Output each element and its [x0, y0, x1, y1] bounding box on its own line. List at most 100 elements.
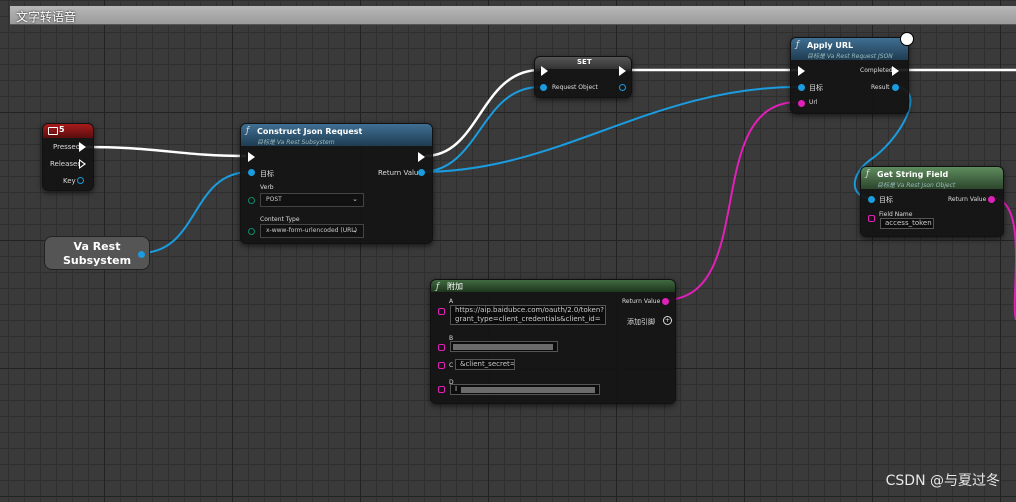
- pressed-label: Pressed: [53, 143, 81, 151]
- content-type-dropdown[interactable]: x-www-form-urlencoded (URL) ⌄: [260, 224, 364, 238]
- getfield-target-pin[interactable]: [868, 196, 875, 203]
- apply-result-label: Result: [871, 84, 890, 91]
- set-request-object-label: Request Object: [552, 84, 598, 91]
- c-input[interactable]: &client_secret=: [455, 359, 515, 370]
- field-name-value: access_token: [885, 219, 932, 227]
- b-pin[interactable]: [438, 344, 445, 351]
- append-return-label: Return Value: [622, 298, 661, 305]
- a-value-line1: https://aip.baidubce.com/oauth/2.0/token…: [455, 306, 605, 314]
- verb-label: Verb: [260, 184, 274, 191]
- key-pin[interactable]: [77, 177, 84, 184]
- set-title: SET: [577, 58, 592, 66]
- keyboard-icon: [48, 127, 58, 135]
- c-pin[interactable]: [438, 362, 445, 369]
- d-input[interactable]: I: [450, 384, 600, 395]
- apply-exec-in-pin[interactable]: [798, 66, 805, 76]
- a-value-line2: grant_type=client_credentials&client_id=: [455, 315, 601, 323]
- a-pin[interactable]: [438, 308, 445, 315]
- set-exec-out-pin[interactable]: [619, 66, 626, 76]
- function-icon: ƒ: [796, 40, 800, 50]
- getfield-return-pin[interactable]: [988, 196, 995, 203]
- object-wire-subsystem-to-target: [139, 171, 251, 254]
- apply-url-node[interactable]: ƒ Apply URL 目标是 Va Rest Request JSON Com…: [790, 32, 914, 114]
- d-pin[interactable]: [438, 386, 445, 393]
- pressed-exec-pin[interactable]: [79, 142, 86, 152]
- c-label: C: [449, 362, 454, 369]
- content-type-label: Content Type: [260, 216, 300, 223]
- append-node[interactable]: ƒ 附加 Return Value 添加引脚 + A https://aip.b…: [430, 279, 676, 404]
- set-exec-in-pin[interactable]: [541, 66, 548, 76]
- set-header: SET: [535, 57, 631, 69]
- a-label: A: [449, 298, 454, 305]
- key-event-header: 5: [43, 124, 93, 138]
- get-string-field-node[interactable]: ƒ Get String Field 目标是 Va Rest Json Obje…: [860, 166, 1004, 237]
- apply-completed-pin[interactable]: [892, 66, 899, 76]
- construct-exec-out-pin[interactable]: [418, 152, 425, 162]
- construct-exec-in-pin[interactable]: [248, 152, 255, 162]
- function-icon: ƒ: [866, 169, 870, 179]
- content-type-value: x-www-form-urlencoded (URL): [266, 227, 357, 234]
- append-header: ƒ 附加: [431, 280, 675, 292]
- set-node[interactable]: SET Request Object: [534, 56, 632, 98]
- getfield-return-label: Return Value: [948, 196, 987, 203]
- get-string-field-header: ƒ Get String Field 目标是 Va Rest Json Obje…: [861, 167, 1003, 189]
- apply-result-pin[interactable]: [892, 84, 899, 91]
- released-exec-pin[interactable]: [79, 159, 86, 169]
- construct-json-request-node[interactable]: ƒ Construct Json Request 目标是 Va Rest Sub…: [240, 123, 433, 244]
- apply-completed-label: Completed: [860, 67, 893, 74]
- field-name-pin[interactable]: [868, 215, 875, 222]
- var-output-pin[interactable]: [138, 251, 145, 258]
- latent-clock-icon: [900, 32, 914, 46]
- verb-value: POST: [266, 196, 282, 203]
- get-string-field-title: Get String Field: [877, 170, 949, 179]
- key-label: Key: [63, 177, 76, 185]
- construct-json-subtitle: 目标是 Va Rest Subsystem: [257, 139, 335, 146]
- key-event-node[interactable]: 5 Pressed Released Key: [42, 123, 94, 191]
- b-redacted-value: [453, 344, 553, 350]
- append-return-pin[interactable]: [662, 298, 669, 305]
- set-request-object-in-pin[interactable]: [540, 84, 547, 91]
- field-name-label: Field Name: [879, 211, 913, 218]
- append-title: 附加: [447, 282, 463, 291]
- d-redacted-value: [461, 387, 595, 393]
- c-value: &client_secret=: [460, 360, 515, 368]
- watermark: CSDN @与夏过冬: [885, 473, 1000, 489]
- apply-url-header: ƒ Apply URL 目标是 Va Rest Request JSON: [791, 38, 908, 60]
- a-input[interactable]: https://aip.baidubce.com/oauth/2.0/token…: [450, 305, 606, 325]
- field-name-input[interactable]: access_token: [880, 218, 934, 229]
- b-input[interactable]: [450, 341, 558, 352]
- chevron-down-icon: ⌄: [352, 226, 358, 234]
- exec-wire-key-to-construct: [85, 145, 247, 158]
- add-pin-plus-icon[interactable]: +: [663, 316, 672, 325]
- var-label-line2: Subsystem: [62, 254, 132, 267]
- va-rest-subsystem-node[interactable]: Va Rest Subsystem: [44, 236, 150, 270]
- construct-json-title: Construct Json Request: [257, 127, 363, 136]
- add-pin-label: 添加引脚: [627, 318, 655, 326]
- object-wire-return-to-apply-target: [420, 86, 799, 173]
- construct-json-header: ƒ Construct Json Request 目标是 Va Rest Sub…: [241, 124, 432, 146]
- apply-url-title: Apply URL: [807, 41, 854, 50]
- key-event-title: 5: [59, 125, 65, 134]
- object-wire-return-to-set: [420, 86, 541, 173]
- apply-target-pin[interactable]: [798, 84, 805, 91]
- string-wire-append-to-url: [663, 101, 799, 301]
- get-string-field-subtitle: 目标是 Va Rest Json Object: [877, 182, 956, 189]
- var-label-line1: Va Rest: [73, 240, 121, 253]
- set-request-object-out-pin[interactable]: [619, 84, 626, 91]
- construct-return-pin[interactable]: [418, 169, 425, 176]
- apply-target-label: 目标: [809, 84, 823, 92]
- chevron-down-icon: ⌄: [352, 195, 358, 203]
- construct-target-pin[interactable]: [248, 169, 255, 176]
- function-icon: ƒ: [436, 282, 440, 292]
- construct-target-label: 目标: [260, 170, 274, 178]
- construct-return-label: Return Value: [378, 169, 423, 177]
- verb-pin[interactable]: [248, 197, 255, 204]
- exec-wire-construct-to-set: [424, 68, 541, 158]
- content-type-pin[interactable]: [248, 228, 255, 235]
- released-label: Released: [50, 160, 82, 168]
- apply-url-pin[interactable]: [798, 100, 805, 107]
- apply-url-subtitle: 目标是 Va Rest Request JSON: [807, 53, 893, 60]
- d-value: I: [455, 385, 458, 393]
- verb-dropdown[interactable]: POST ⌄: [260, 193, 364, 207]
- getfield-target-label: 目标: [879, 196, 893, 204]
